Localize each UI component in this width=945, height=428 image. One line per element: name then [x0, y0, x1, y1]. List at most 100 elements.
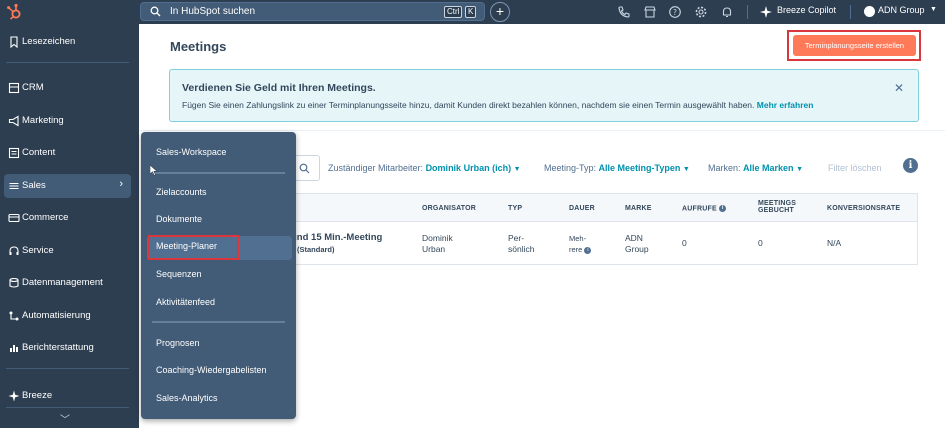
phone-icon[interactable] — [617, 5, 631, 19]
column-header-duration[interactable]: DAUER — [569, 205, 595, 212]
type-line2: sönlich — [508, 244, 535, 254]
sidebar-item-reporting[interactable]: Berichterstattung — [4, 336, 131, 360]
breeze-copilot-button[interactable]: Breeze Copilot — [777, 5, 836, 15]
sidebar-item-label: Sales — [22, 180, 46, 191]
svg-text:?: ? — [673, 8, 677, 17]
column-header-conversion-rate[interactable]: KONVERSIONSRATE — [827, 205, 900, 212]
duration-line1: Meh- — [569, 234, 587, 243]
sidebar-item-label: Service — [22, 245, 54, 256]
menu-divider — [152, 172, 285, 174]
column-header-organizer[interactable]: ORGANISATOR — [422, 205, 476, 212]
sidebar-item-crm[interactable]: CRM — [4, 76, 131, 100]
topbar-separator — [850, 5, 851, 19]
sidebar-item-breeze[interactable]: Breeze — [4, 384, 131, 408]
content-page-icon — [8, 147, 20, 159]
sidebar-item-label: Breeze — [22, 390, 53, 401]
sidebar-item-sales[interactable]: Sales › — [4, 174, 131, 198]
sales-submenu: Sales-Workspace Zielaccounts Dokumente M… — [141, 132, 296, 419]
column-header-meetings-booked[interactable]: MEETINGS GEBUCHT — [758, 200, 796, 214]
sales-stack-icon — [9, 182, 19, 190]
info-banner: Verdienen Sie Geld mit Ihren Meetings. F… — [169, 69, 919, 122]
info-icon[interactable]: i — [584, 246, 592, 254]
column-header-views[interactable]: AUFRUFE i — [682, 205, 726, 212]
sidebar-divider — [6, 62, 129, 63]
menu-item-sales-workspace[interactable]: Sales-Workspace — [156, 147, 226, 157]
collapse-sidebar-chevron-icon[interactable]: ﹀ — [60, 411, 70, 426]
menu-divider — [152, 321, 285, 323]
close-icon[interactable]: ✕ — [894, 81, 904, 95]
sidebar-item-label: Content — [22, 147, 56, 158]
shortcut-k-key: K — [465, 6, 477, 18]
menu-item-target-accounts[interactable]: Zielaccounts — [156, 187, 207, 197]
topbar-separator — [747, 5, 748, 19]
reporting-chart-icon — [10, 345, 18, 352]
duration-line2: rere — [569, 245, 583, 254]
conversion-rate-cell: N/A — [827, 238, 842, 248]
service-headset-icon — [9, 246, 19, 255]
owner-filter-label: Zuständiger Mitarbeiter: — [328, 163, 424, 173]
search-icon — [150, 6, 161, 17]
account-avatar[interactable] — [864, 6, 875, 17]
sidebar-item-automation[interactable]: Automatisierung — [4, 304, 131, 328]
column-header-views-label: AUFRUFE — [682, 205, 717, 213]
breeze-sparkle-icon — [8, 390, 20, 402]
megaphone-icon — [8, 115, 19, 127]
bookmark-icon — [10, 36, 18, 48]
clear-filters-button[interactable]: Filter löschen — [828, 163, 882, 173]
meeting-name-link[interactable]: und 15 Min.-Meeting — [291, 232, 382, 243]
brand-filter-label: Marken: — [708, 163, 741, 173]
top-navigation-bar: In HubSpot suchen Ctrl K + ? Breeze Copi… — [0, 0, 945, 24]
create-new-button[interactable]: + — [490, 2, 510, 22]
menu-item-forecasts[interactable]: Prognosen — [156, 338, 200, 348]
sidebar-item-label: Marketing — [22, 115, 64, 126]
search-placeholder: In HubSpot suchen — [170, 6, 256, 17]
table-header: ORGANISATOR TYP DAUER MARKE AUFRUFE i ME… — [291, 194, 917, 222]
notifications-bell-icon[interactable] — [720, 5, 734, 19]
sidebar-item-commerce[interactable]: Commerce — [4, 206, 131, 230]
sidebar-item-label: Datenmanagement — [22, 277, 103, 288]
duration-cell: Meh- rere i — [569, 233, 592, 255]
sidebar-item-bookmarks[interactable]: Lesezeichen — [4, 30, 131, 54]
owner-filter[interactable]: Zuständiger Mitarbeiter: Dominik Urban (… — [328, 163, 521, 173]
meeting-default-tag: (Standard) — [297, 245, 335, 254]
info-icon[interactable]: i — [903, 158, 918, 173]
marketplace-icon[interactable] — [643, 5, 657, 19]
sidebar-navigation: Lesezeichen CRM Marketing Content Sales … — [0, 24, 139, 428]
menu-item-sales-analytics[interactable]: Sales-Analytics — [156, 393, 218, 403]
brand-line2: Group — [625, 244, 649, 254]
hubspot-logo-icon[interactable] — [6, 3, 22, 21]
account-menu[interactable]: ADN Group — [878, 5, 925, 15]
type-cell: Per- sönlich — [508, 233, 534, 255]
learn-more-link[interactable]: Mehr erfahren — [757, 100, 814, 110]
section-divider — [139, 130, 945, 131]
sidebar-item-marketing[interactable]: Marketing — [4, 109, 131, 133]
column-header-brand[interactable]: MARKE — [625, 205, 652, 212]
organizer-line1: Dominik — [422, 233, 453, 243]
sidebar-item-label: Commerce — [22, 212, 69, 223]
organizer-cell: Dominik Urban — [422, 233, 453, 255]
banner-text: Fügen Sie einen Zahlungslink zu einer Te… — [182, 100, 813, 110]
create-scheduling-page-button[interactable]: Terminplanungsseite erstellen — [793, 35, 916, 56]
info-icon[interactable]: i — [719, 205, 726, 212]
meeting-type-filter-value: Alle Meeting-Typen — [598, 163, 681, 173]
column-header-type[interactable]: TYP — [508, 205, 522, 212]
sidebar-item-data-management[interactable]: Datenmanagement — [4, 271, 131, 295]
brand-filter[interactable]: Marken: Alle Marken ▼ — [708, 163, 803, 173]
menu-item-sequences[interactable]: Sequenzen — [156, 269, 202, 279]
meeting-type-filter[interactable]: Meeting-Typ: Alle Meeting-Typen ▼ — [544, 163, 690, 173]
sidebar-item-service[interactable]: Service — [4, 239, 131, 263]
shortcut-ctrl-key: Ctrl — [444, 6, 463, 18]
help-icon[interactable]: ? — [668, 5, 682, 19]
highlight-frame — [148, 235, 239, 260]
caret-down-icon: ▼ — [513, 166, 521, 173]
chevron-down-icon[interactable]: ▼ — [930, 6, 937, 13]
menu-item-coaching-playlists[interactable]: Coaching-Wiedergabelisten — [156, 365, 267, 375]
menu-item-documents[interactable]: Dokumente — [156, 214, 202, 224]
menu-item-activity-feed[interactable]: Aktivitätenfeed — [156, 297, 215, 307]
sidebar-item-content[interactable]: Content — [4, 141, 131, 165]
organizer-line2: Urban — [422, 244, 446, 254]
crm-records-icon — [8, 82, 20, 94]
page-title: Meetings — [170, 39, 227, 54]
global-search-bar[interactable]: In HubSpot suchen Ctrl K — [140, 2, 485, 21]
settings-gear-icon[interactable] — [694, 5, 708, 19]
